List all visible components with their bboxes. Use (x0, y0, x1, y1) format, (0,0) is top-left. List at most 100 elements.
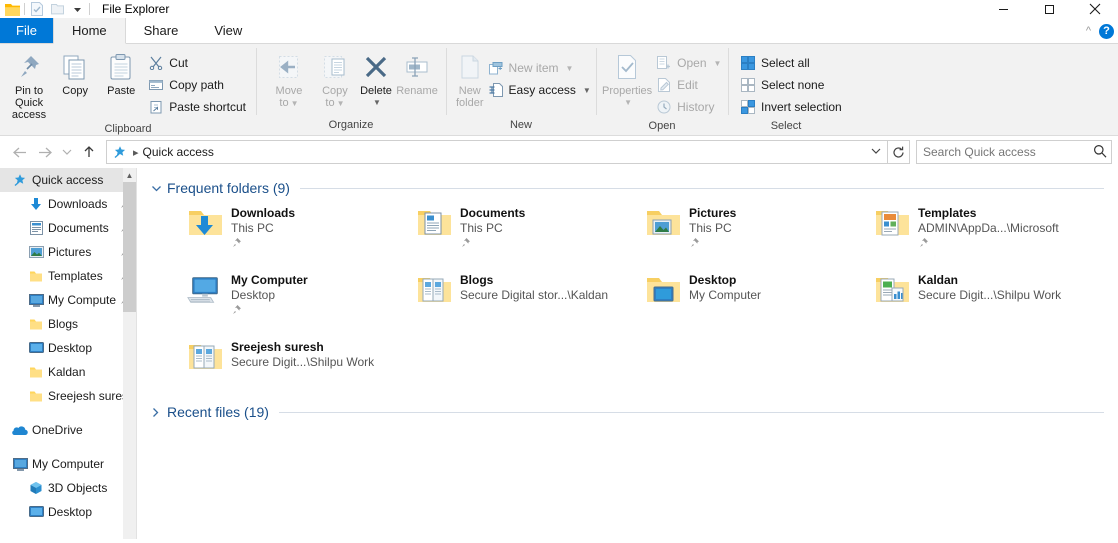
new-item-button[interactable]: New item ▼ (484, 57, 595, 79)
up-button[interactable] (76, 139, 102, 165)
tile-name: Pictures (689, 206, 737, 220)
copy-button[interactable]: Copy (52, 47, 98, 97)
window-controls[interactable] (980, 0, 1118, 18)
pin-icon[interactable] (231, 237, 295, 251)
tile-meta: Templates ADMIN\AppDa...\Microsoft (918, 204, 1059, 251)
explorer-icon[interactable] (2, 1, 22, 18)
collapse-ribbon-icon[interactable]: ^ (1086, 25, 1091, 37)
folder-tile-my-computer[interactable]: My Computer Desktop (151, 271, 380, 318)
sidebar-item-my-computer[interactable]: My Computer (0, 452, 136, 476)
maximize-button[interactable] (1026, 0, 1072, 18)
file-list-pane[interactable]: Frequent folders (9) Downloads This PC D… (137, 168, 1118, 539)
folder-tile-sreejesh-suresh[interactable]: Sreejesh suresh Secure Digit...\Shilpu W… (151, 338, 380, 376)
easy-access-caret-icon[interactable]: ▼ (583, 86, 591, 95)
invert-selection-button[interactable]: Invert selection (736, 96, 846, 118)
folder-tile-blogs[interactable]: Blogs Secure Digital stor...\Kaldan (380, 271, 609, 318)
recent-files-header[interactable]: Recent files (19) (151, 402, 1118, 422)
tile-meta: Desktop My Computer (689, 271, 761, 302)
chevron-right-icon[interactable] (151, 407, 167, 418)
minimize-button[interactable] (980, 0, 1026, 18)
chevron-down-icon[interactable] (151, 184, 167, 193)
sidebar-item-quick-access[interactable]: Quick access (0, 168, 136, 192)
refresh-button[interactable] (888, 140, 910, 164)
search-input[interactable]: Search Quick access (916, 140, 1112, 164)
properties-button[interactable]: Properties ▼ (602, 47, 652, 109)
paste-button[interactable]: Paste (98, 47, 144, 97)
address-dropdown-icon[interactable] (867, 147, 885, 158)
tab-home[interactable]: Home (52, 18, 126, 44)
ribbon-tab-right-controls[interactable]: ^ ? (1086, 18, 1114, 44)
properties-qat-icon[interactable] (27, 1, 47, 18)
sidebar-item-3d-objects[interactable]: 3D Objects (0, 476, 136, 500)
open-button[interactable]: Open ▼ (652, 52, 725, 74)
tab-share[interactable]: Share (126, 18, 197, 43)
sidebar-item-templates[interactable]: Templates (0, 264, 136, 288)
sidebar-item-desktop[interactable]: Desktop (0, 336, 136, 360)
breadcrumb[interactable]: Quick access (143, 145, 867, 159)
sidebar-item-desktop-2[interactable]: Desktop (0, 500, 136, 524)
forward-button[interactable] (32, 139, 58, 165)
ribbon-group-label-select: Select (770, 120, 802, 132)
sidebar-item-onedrive[interactable]: OneDrive (0, 418, 136, 442)
sidebar-item-label: OneDrive (32, 423, 83, 437)
open-caret-icon[interactable]: ▼ (714, 59, 722, 68)
pin-icon[interactable] (460, 237, 525, 251)
sidebar-item-documents[interactable]: Documents (0, 216, 136, 240)
folder-tile-pictures[interactable]: Pictures This PC (609, 204, 838, 251)
navigation-bar[interactable]: ▸ Quick access Search Quick access (0, 136, 1118, 168)
ribbon-tab-strip[interactable]: File Home Share View ^ ? (0, 18, 1118, 44)
quick-access-toolbar[interactable] (0, 0, 92, 18)
ribbon[interactable]: Pin to Quick access Copy Paste Cut Copy … (0, 44, 1118, 136)
new-item-caret-icon[interactable]: ▼ (566, 64, 574, 73)
paste-shortcut-button[interactable]: Paste shortcut (144, 96, 250, 118)
pin-to-quick-access-button[interactable]: Pin to Quick access (6, 47, 52, 121)
back-button[interactable] (6, 139, 32, 165)
history-button[interactable]: History (652, 96, 725, 118)
search-icon[interactable] (1093, 144, 1107, 161)
help-icon[interactable]: ? (1099, 23, 1114, 39)
copy-path-button[interactable]: Copy path (144, 74, 250, 96)
select-none-button[interactable]: Select none (736, 74, 846, 96)
sidebar-scrollbar[interactable]: ▲ (123, 168, 136, 539)
address-bar[interactable]: ▸ Quick access (106, 140, 888, 164)
frequent-folders-grid[interactable]: Downloads This PC Documents This PC Pict… (151, 204, 1118, 376)
edit-button[interactable]: Edit (652, 74, 725, 96)
properties-caret-icon[interactable]: ▼ (624, 97, 632, 109)
pin-icon[interactable] (689, 237, 736, 251)
new-folder-button[interactable]: New folder (456, 47, 484, 109)
close-button[interactable] (1072, 0, 1118, 18)
sidebar-item-downloads[interactable]: Downloads (0, 192, 136, 216)
sidebar-item-sreejesh-suresh[interactable]: Sreejesh suresh (0, 384, 136, 408)
folder-tile-documents[interactable]: Documents This PC (380, 204, 609, 251)
frequent-folders-header[interactable]: Frequent folders (9) (151, 178, 1118, 198)
move-to-button[interactable]: Move to ▼ (266, 47, 312, 110)
navigation-pane[interactable]: Quick access Downloads Documents Picture… (0, 168, 136, 539)
folder-tile-templates[interactable]: Templates ADMIN\AppDa...\Microsoft (838, 204, 1067, 251)
window-title: File Explorer (102, 2, 170, 16)
tab-view[interactable]: View (196, 18, 260, 43)
easy-access-button[interactable]: Easy access ▼ (484, 79, 595, 101)
select-all-button[interactable]: Select all (736, 52, 846, 74)
sidebar-item-kaldan[interactable]: Kaldan (0, 360, 136, 384)
cut-button[interactable]: Cut (144, 52, 250, 74)
pin-icon[interactable] (231, 304, 308, 318)
delete-button[interactable]: Delete ▼ (358, 47, 394, 109)
rename-button[interactable]: Rename (394, 47, 440, 97)
customize-qat-icon[interactable] (67, 1, 87, 18)
recent-locations-button[interactable] (58, 139, 76, 165)
sidebar-item-blogs[interactable]: Blogs (0, 312, 136, 336)
delete-caret-icon[interactable]: ▼ (373, 97, 381, 109)
new-folder-qat-icon[interactable] (47, 1, 67, 18)
copy-to-button[interactable]: Copy to ▼ (312, 47, 358, 110)
folder-tile-desktop[interactable]: Desktop My Computer (609, 271, 838, 318)
folder-tile-kaldan[interactable]: Kaldan Secure Digit...\Shilpu Work (838, 271, 1067, 318)
sidebar-item-pictures[interactable]: Pictures (0, 240, 136, 264)
scroll-up-arrow-icon[interactable]: ▲ (123, 168, 136, 182)
scroll-thumb[interactable] (123, 182, 136, 312)
folder-tile-downloads[interactable]: Downloads This PC (151, 204, 380, 251)
tab-file[interactable]: File (0, 18, 53, 43)
pin-icon[interactable] (918, 237, 1059, 251)
sidebar-item-my-compute[interactable]: My Compute (0, 288, 136, 312)
ribbon-group-new: New folder New item ▼ Easy access ▼ New (446, 44, 596, 135)
tile-meta: Pictures This PC (689, 204, 736, 251)
